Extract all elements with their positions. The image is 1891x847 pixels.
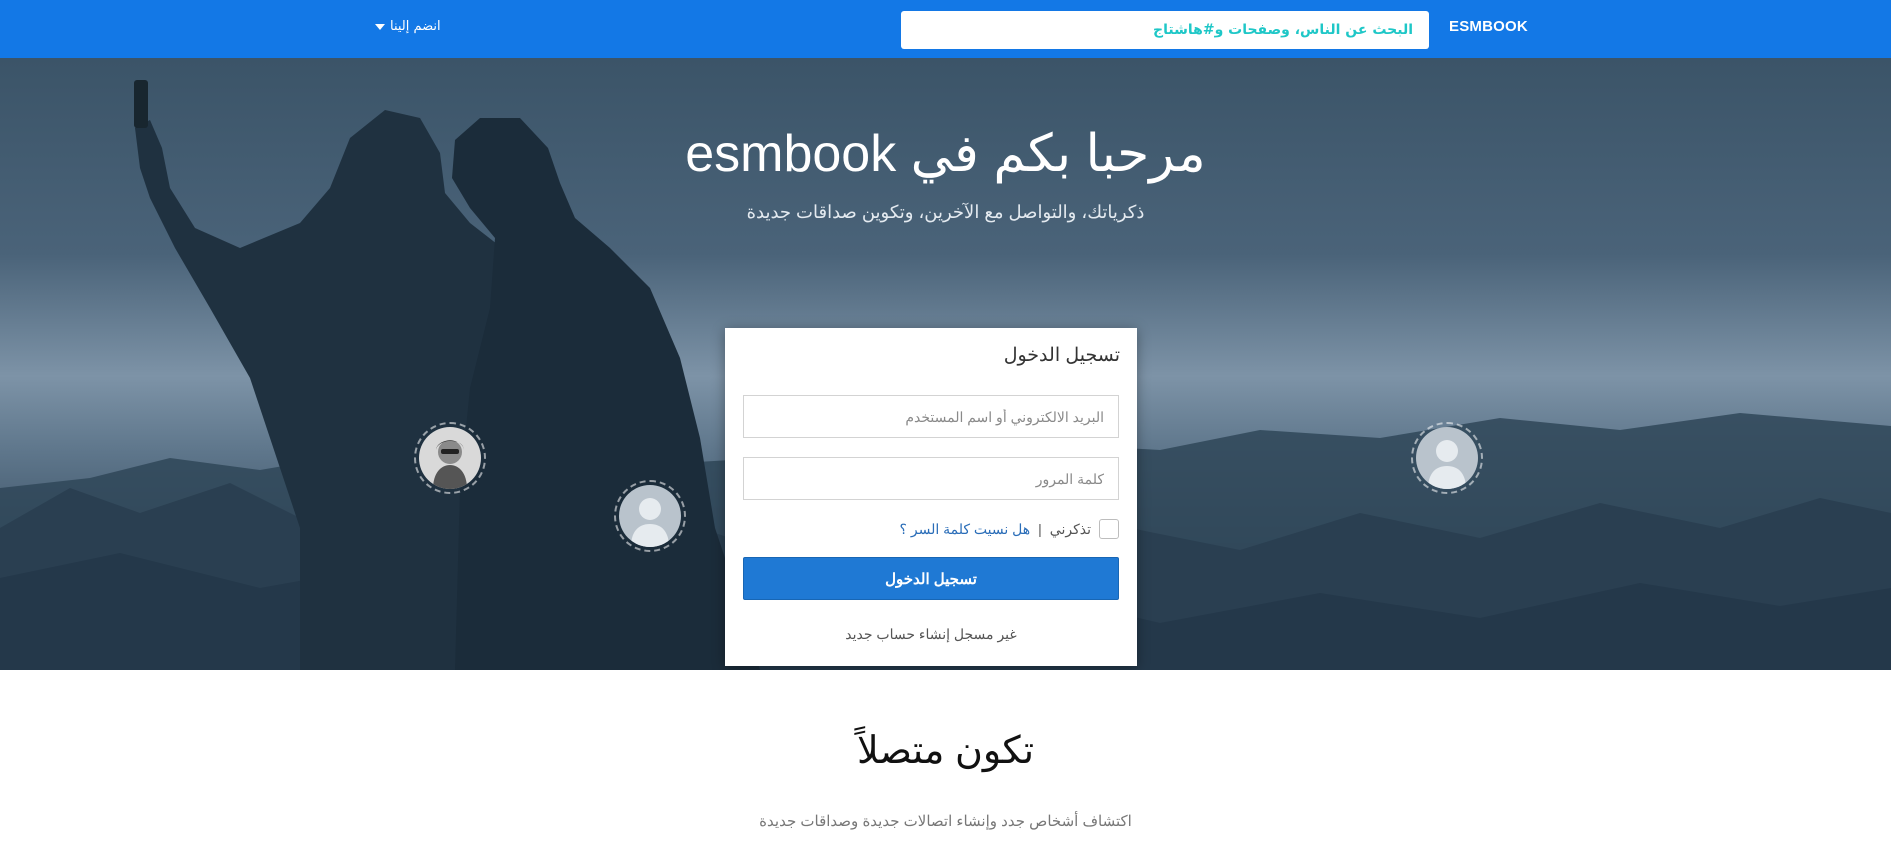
register-row: غير مسجل إنشاء حساب جديد (725, 626, 1137, 643)
forgot-password-link[interactable]: هل نسيت كلمة السر ؟ (900, 521, 1031, 538)
register-prefix: غير مسجل (953, 626, 1017, 642)
password-field[interactable] (743, 457, 1119, 500)
search-input[interactable] (901, 11, 1429, 49)
user-avatar[interactable] (414, 422, 486, 494)
top-navbar: ESMBOOK انضم إلينا (0, 0, 1891, 58)
login-title: تسجيل الدخول (1003, 345, 1120, 366)
email-field[interactable] (743, 395, 1119, 438)
join-dropdown[interactable]: انضم إلينا (375, 19, 441, 34)
login-card: تسجيل الدخول تذكرني | هل نسيت كلمة السر … (725, 328, 1137, 666)
section-subtitle: اكتشاف أشخاص جدد وإنشاء اتصالات جديدة وص… (759, 813, 1132, 830)
user-avatar[interactable] (1411, 422, 1483, 494)
section-title: تكون متصلاً (856, 730, 1035, 772)
remember-label[interactable]: تذكرني (1050, 521, 1091, 538)
register-link[interactable]: إنشاء حساب جديد (845, 626, 950, 642)
login-button[interactable]: تسجيل الدخول (743, 557, 1119, 600)
user-photo-icon (419, 427, 481, 489)
separator: | (1038, 521, 1042, 537)
remember-row: تذكرني | هل نسيت كلمة السر ؟ (900, 519, 1119, 539)
hero-title: مرحبا بكم في esmbook (685, 125, 1206, 183)
chevron-down-icon (375, 23, 385, 30)
user-placeholder-icon (1416, 427, 1478, 489)
hero-subtitle: ذكرياتك، والتواصل مع الآخرين، وتكوين صدا… (746, 202, 1145, 222)
hero-section: مرحبا بكم في esmbook ذكرياتك، والتواصل م… (0, 58, 1891, 670)
user-avatar[interactable] (614, 480, 686, 552)
user-placeholder-icon (619, 485, 681, 547)
join-label: انضم إلينا (390, 19, 441, 34)
remember-checkbox[interactable] (1099, 519, 1119, 539)
brand-logo[interactable]: ESMBOOK (1449, 18, 1528, 35)
